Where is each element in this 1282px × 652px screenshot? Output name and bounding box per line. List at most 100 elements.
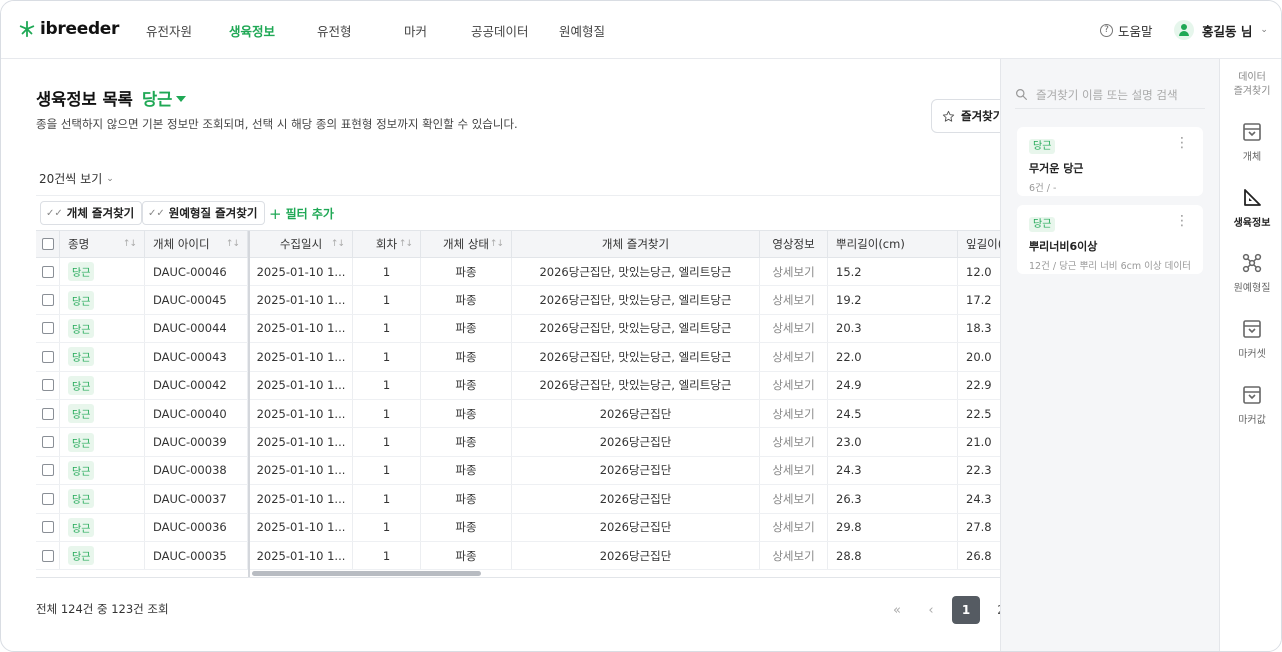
horizontal-scrollbar[interactable] — [250, 570, 1000, 577]
page-size-select[interactable]: 20건씩 보기 ⌄ — [39, 170, 114, 187]
table-row[interactable]: 당근 DAUC-00035 2025-01-10 1... 1 파종 2026당근집단 상세… — [36, 542, 1000, 571]
row-checkbox[interactable] — [41, 265, 54, 278]
table-row[interactable]: 당근 DAUC-00042 2025-01-10 1... 1 파종 2026당근집단, … — [36, 371, 1000, 400]
user-name: 홍길동 님 — [1202, 23, 1253, 39]
cell-favorites-text: 2026당근집단 — [599, 435, 672, 450]
data-table: 종명 ↑↓ 개체 아이디 ↑↓ 수집일시 ↑↓ 회차 ↑↓ 개체 상태 ↑↓ 개… — [36, 230, 1000, 578]
more-options-icon[interactable]: ⋮ — [1175, 136, 1189, 150]
nav-item-genotype[interactable]: 유전형 — [317, 21, 352, 40]
sort-icon[interactable]: ↑↓ — [226, 239, 240, 249]
nav-item-horticultural-traits[interactable]: 원예형질 — [559, 21, 605, 40]
chip-trait-favorites[interactable]: ✓✓ 원예형질 즐겨찾기 — [142, 201, 266, 225]
favorite-button[interactable]: 즐겨찾기 — [931, 99, 1000, 133]
add-filter-button[interactable]: + 필터 추가 — [269, 205, 334, 222]
rail-item-marker-value[interactable]: 마커값 — [1220, 384, 1281, 426]
cell-entity-id-text: DAUC-00045 — [153, 293, 227, 308]
cell-root-length: 26.3 — [828, 485, 958, 513]
detail-link[interactable]: 상세보기 — [772, 462, 814, 478]
row-checkbox[interactable] — [41, 322, 54, 335]
column-header-round[interactable]: 회차 ↑↓ — [353, 231, 421, 257]
detail-link[interactable]: 상세보기 — [772, 377, 814, 393]
row-checkbox[interactable] — [41, 350, 54, 363]
cell-entity-id: DAUC-00042 — [145, 371, 248, 399]
cell-root-length: 24.5 — [828, 400, 958, 428]
detail-link[interactable]: 상세보기 — [772, 292, 814, 308]
nav-item-marker[interactable]: 마커 — [404, 21, 427, 40]
prev-page-button[interactable]: ‹ — [917, 596, 945, 624]
detail-link[interactable]: 상세보기 — [772, 349, 814, 365]
first-page-button[interactable]: « — [883, 596, 911, 624]
detail-link[interactable]: 상세보기 — [772, 548, 814, 564]
more-options-icon[interactable]: ⋮ — [1175, 214, 1189, 228]
column-header-leaf-length[interactable]: 잎길이( — [958, 231, 1000, 257]
user-menu[interactable]: 홍길동 님 ⌄ — [1174, 20, 1268, 40]
favorite-card[interactable]: 당근 ⋮ 무거운 당근 6건 / - — [1017, 127, 1203, 196]
table-row[interactable]: 당근 DAUC-00039 2025-01-10 1... 1 파종 2026당근집단 상세… — [36, 428, 1000, 457]
detail-link[interactable]: 상세보기 — [772, 434, 814, 450]
species-tag: 당근 — [68, 432, 95, 452]
sort-icon[interactable]: ↑↓ — [490, 239, 504, 249]
row-checkbox[interactable] — [41, 464, 54, 477]
row-checkbox[interactable] — [41, 492, 54, 505]
column-header-root-length[interactable]: 뿌리길이(cm) — [828, 231, 958, 257]
rail-item-horticultural[interactable]: 원예형질 — [1220, 252, 1281, 294]
sort-icon[interactable]: ↑↓ — [331, 239, 345, 249]
column-header-status[interactable]: 개체 상태 ↑↓ — [421, 231, 512, 257]
rail-item-growth-info[interactable]: 생육정보 — [1220, 187, 1281, 229]
table-row[interactable]: 당근 DAUC-00037 2025-01-10 1... 1 파종 2026당근집단 상세… — [36, 485, 1000, 514]
select-all-checkbox[interactable] — [41, 238, 54, 250]
detail-link[interactable]: 상세보기 — [772, 264, 814, 280]
species-tag: 당근 — [68, 375, 95, 395]
row-checkbox[interactable] — [41, 294, 54, 307]
column-header-date[interactable]: 수집일시 ↑↓ — [250, 231, 353, 257]
rail-item-marker-set[interactable]: 마커셋 — [1220, 318, 1281, 360]
cell-status: 파종 — [421, 314, 512, 343]
rail-item-entity[interactable]: 개체 — [1220, 121, 1281, 163]
row-checkbox[interactable] — [41, 379, 54, 392]
column-header-video[interactable]: 영상정보 — [760, 231, 828, 257]
table-row[interactable]: 당근 DAUC-00046 2025-01-10 1... 1 파종 2026당근집단, … — [36, 258, 1000, 287]
rail-item-label: 원예형질 — [1233, 283, 1271, 294]
nav-item-growth-info[interactable]: 생육정보 — [229, 21, 275, 40]
favorites-search[interactable]: 즐겨찾기 이름 또는 설명 검색 — [1015, 81, 1205, 109]
row-checkbox[interactable] — [41, 521, 54, 534]
cell-status-text: 파종 — [455, 435, 477, 450]
page-button-2[interactable]: 2 — [987, 596, 1000, 624]
row-checkbox[interactable] — [41, 549, 54, 562]
table-row[interactable]: 당근 DAUC-00045 2025-01-10 1... 1 파종 2026당근집단, … — [36, 286, 1000, 315]
column-header-favorites[interactable]: 개체 즐겨찾기 — [512, 231, 760, 257]
detail-link[interactable]: 상세보기 — [772, 491, 814, 507]
detail-link[interactable]: 상세보기 — [772, 519, 814, 535]
cell-root-length-text: 20.3 — [836, 321, 862, 336]
favorite-name: 무거운 당근 — [1029, 162, 1084, 175]
cell-round-text: 1 — [382, 435, 391, 450]
cell-leaf-length-text: 18.3 — [966, 321, 992, 336]
nav-item-genetic-resources[interactable]: 유전자원 — [146, 21, 192, 40]
column-header-species[interactable]: 종명 ↑↓ — [60, 231, 145, 257]
chip-entity-favorites[interactable]: ✓✓ 개체 즐겨찾기 — [40, 201, 143, 225]
cell-favorites-text: 2026당근집단 — [599, 406, 672, 421]
cell-favorites: 2026당근집단, 맛있는당근, 엘리트당근 — [512, 371, 760, 399]
rail-item-label: 생육정보 — [1233, 218, 1271, 229]
table-row[interactable]: 당근 DAUC-00038 2025-01-10 1... 1 파종 2026당근집단 상세… — [36, 456, 1000, 486]
table-row[interactable]: 당근 DAUC-00036 2025-01-10 1... 1 파종 2026당근집단 상세… — [36, 513, 1000, 542]
page-button-current[interactable]: 1 — [952, 596, 980, 624]
detail-link[interactable]: 상세보기 — [772, 320, 814, 336]
table-row[interactable]: 당근 DAUC-00040 2025-01-10 1... 1 파종 2026당근집단 상세… — [36, 400, 1000, 429]
help-link[interactable]: ? 도움말 — [1100, 21, 1153, 40]
species-selector[interactable]: 당근 — [142, 86, 187, 110]
cell-video-link: 상세보기 — [760, 371, 828, 399]
sort-icon[interactable]: ↑↓ — [399, 239, 413, 249]
species-tag: 당근 — [68, 517, 95, 537]
scrollbar-thumb[interactable] — [252, 571, 481, 576]
sort-icon[interactable]: ↑↓ — [123, 239, 137, 249]
favorite-card[interactable]: 당근 ⋮ 뿌리너비6이상 12건 / 당근 뿌리 너비 6cm 이상 데이터 — [1017, 205, 1203, 274]
row-checkbox[interactable] — [41, 436, 54, 449]
detail-link[interactable]: 상세보기 — [772, 406, 814, 422]
table-row[interactable]: 당근 DAUC-00043 2025-01-10 1... 1 파종 2026당근집단, … — [36, 343, 1000, 372]
logo[interactable]: ibreeder — [18, 18, 119, 40]
table-row[interactable]: 당근 DAUC-00044 2025-01-10 1... 1 파종 2026당근집단, … — [36, 314, 1000, 344]
nav-item-public-data[interactable]: 공공데이터 — [471, 21, 529, 40]
row-checkbox[interactable] — [41, 407, 54, 420]
column-header-id[interactable]: 개체 아이디 ↑↓ — [145, 231, 248, 257]
